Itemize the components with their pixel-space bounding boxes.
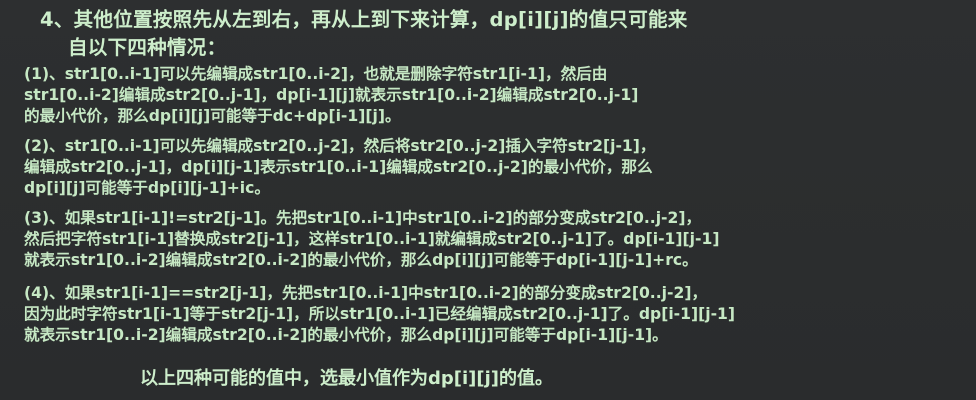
case-3-paragraph: (3)、如果str1[i-1]!=str2[j-1]。先把str1[0..i-1… <box>24 208 964 271</box>
slide: 4、其他位置按照先从左到右，再从上到下来计算，dp[i][j]的值只可能来 自以… <box>0 0 976 400</box>
case-2-line-3: dp[i][j]可能等于dp[i][j-1]+ic。 <box>24 179 270 197</box>
slide-heading: 4、其他位置按照先从左到右，再从上到下来计算，dp[i][j]的值只可能来 自以… <box>40 6 960 62</box>
case-4-line-3: 就表示str1[0..i-2]编辑成str2[0..i-2]的最小代价，那么dp… <box>24 326 668 344</box>
conclusion-text: 以上四种可能的值中，选最小值作为dp[i][j]的值。 <box>140 368 554 389</box>
case-4-line-2: 因为此时字符str1[i-1]等于str2[j-1]，所以str1[0..i-1… <box>24 305 736 323</box>
case-1-line-3: 的最小代价，那么dp[i][j]可能等于dc+dp[i-1][j]。 <box>24 107 401 125</box>
case-2-paragraph: (2)、str1[0..i-1]可以先编辑成str2[0..j-2]，然后将st… <box>24 136 964 199</box>
case-2-line-2: 编辑成str2[0..j-1]，dp[i][j-1]表示str1[0..i-1]… <box>24 158 653 176</box>
case-3-line-3: 就表示str1[0..i-2]编辑成str2[0..i-2]的最小代价，那么dp… <box>24 251 698 269</box>
case-3-line-2: 然后把字符str1[i-1]替换成str2[j-1]，这样str1[0..i-1… <box>24 230 720 248</box>
case-1-paragraph: (1)、str1[0..i-1]可以先编辑成str1[0..i-2]，也就是删除… <box>24 64 964 127</box>
case-2-line-1: (2)、str1[0..i-1]可以先编辑成str2[0..j-2]，然后将st… <box>24 137 656 155</box>
case-4-paragraph: (4)、如果str1[i-1]==str2[j-1]，先把str1[0..i-1… <box>24 283 964 346</box>
case-1-line-1: (1)、str1[0..i-1]可以先编辑成str1[0..i-2]，也就是删除… <box>24 65 608 83</box>
case-4-line-1: (4)、如果str1[i-1]==str2[j-1]，先把str1[0..i-1… <box>24 284 708 302</box>
case-3-line-1: (3)、如果str1[i-1]!=str2[j-1]。先把str1[0..i-1… <box>24 209 702 227</box>
heading-line-1: 4、其他位置按照先从左到右，再从上到下来计算，dp[i][j]的值只可能来 <box>40 8 688 31</box>
heading-line-2: 自以下四种情况： <box>68 36 227 59</box>
case-1-line-2: str1[0..i-2]编辑成str2[0..j-1]，dp[i-1][j]就表… <box>24 86 639 104</box>
